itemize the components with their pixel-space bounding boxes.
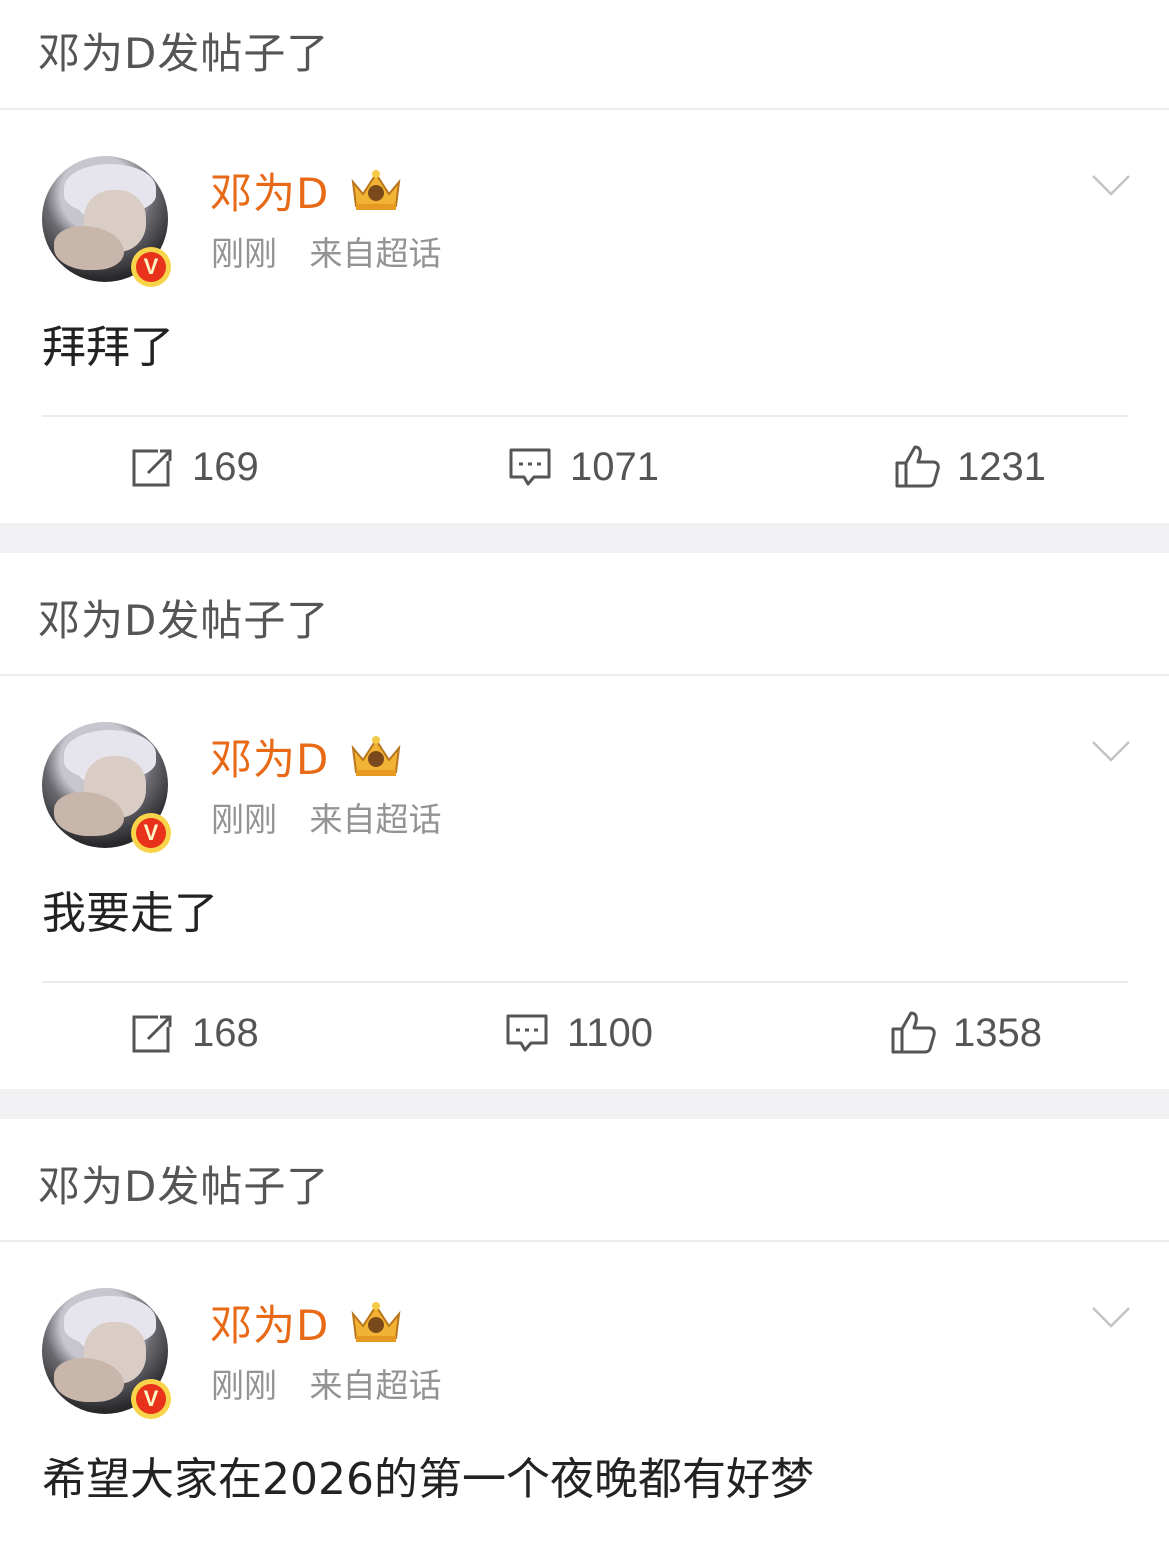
post[interactable]: V 邓为D 刚刚 来自超话 希望大家在2026的第一个夜晚都有好梦 [0,1242,1169,1543]
post[interactable]: V 邓为D 刚刚 来自超话 拜拜了 169 1071 1231 [0,110,1169,523]
feed-card: 邓为D发帖子了 V 邓为D 刚刚 来自超话 希望大家在2026的第一个夜晚都有好… [0,1119,1169,1543]
card-header: 邓为D发帖子了 [0,0,1169,110]
card-header-title: 邓为D发帖子了 [38,1162,330,1211]
like-button[interactable]: 1358 [889,1008,1042,1058]
username[interactable]: 邓为D [210,1300,329,1352]
like-icon [895,445,940,488]
verified-badge: V [131,247,171,287]
post-text: 希望大家在2026的第一个夜晚都有好梦 [42,1454,814,1505]
post-source[interactable]: 来自超话 [310,234,442,273]
crown-icon [351,736,401,776]
repost-count: 169 [192,445,259,489]
repost-icon [132,1015,172,1053]
crown-icon [351,170,401,210]
like-icon [891,1011,936,1054]
card-separator [0,523,1169,553]
like-button[interactable]: 1231 [893,442,1046,492]
username[interactable]: 邓为D [210,168,329,220]
card-header: 邓为D发帖子了 [0,1119,1169,1242]
card-header-title: 邓为D发帖子了 [38,596,330,645]
card-header: 邓为D发帖子了 [0,553,1169,676]
post-source[interactable]: 来自超话 [310,800,442,839]
comment-button[interactable]: 1100 [503,1008,653,1058]
verified-badge-label: V [136,818,166,848]
username[interactable]: 邓为D [210,734,329,786]
verified-badge-label: V [136,1384,166,1414]
verified-badge: V [131,1379,171,1419]
like-count: 1358 [953,1011,1042,1055]
repost-button[interactable]: 168 [128,1008,259,1058]
verified-badge: V [131,813,171,853]
post-meta: 刚刚 来自超话 [211,1366,442,1406]
divider [42,981,1128,983]
post-time: 刚刚 [211,234,277,273]
repost-button[interactable]: 169 [128,442,259,492]
repost-icon [132,449,172,487]
crown-icon [351,1302,401,1342]
feed-card: 邓为D发帖子了 V 邓为D 刚刚 来自超话 我要走了 168 1100 1358 [0,553,1169,1089]
post-time: 刚刚 [211,800,277,839]
feed-card: 邓为D发帖子了 V 邓为D 刚刚 来自超话 拜拜了 169 1071 1231 [0,0,1169,523]
chevron-down-icon[interactable] [1090,1304,1132,1330]
post-source[interactable]: 来自超话 [310,1366,442,1405]
verified-badge-label: V [136,252,166,282]
card-separator [0,1089,1169,1119]
chevron-down-icon[interactable] [1090,172,1132,198]
post-time: 刚刚 [211,1366,277,1405]
post[interactable]: V 邓为D 刚刚 来自超话 我要走了 168 1100 1358 [0,676,1169,1089]
like-count: 1231 [957,445,1046,489]
post-meta: 刚刚 来自超话 [211,234,442,274]
post-meta: 刚刚 来自超话 [211,800,442,840]
repost-count: 168 [192,1011,259,1055]
comment-button[interactable]: 1071 [506,442,659,492]
card-header-title: 邓为D发帖子了 [38,29,330,78]
post-text: 我要走了 [42,888,218,939]
divider [42,415,1128,417]
chevron-down-icon[interactable] [1090,738,1132,764]
comment-count: 1071 [570,445,659,489]
comment-icon [506,1014,548,1052]
comment-count: 1100 [567,1011,654,1055]
post-text: 拜拜了 [42,322,174,373]
comment-icon [509,448,551,486]
